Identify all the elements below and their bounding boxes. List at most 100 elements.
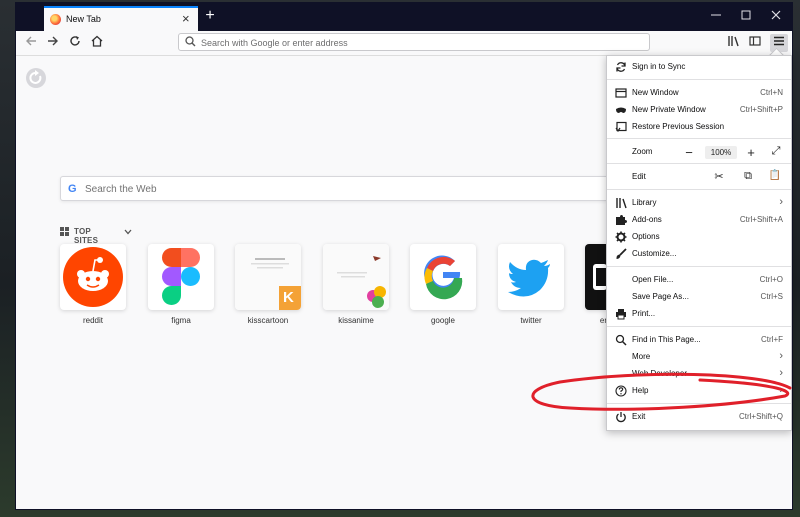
- puzzle-piece-icon: [616, 215, 627, 225]
- partial-site-icon: [593, 264, 607, 290]
- address-bar-placeholder: Search with Google or enter address: [201, 38, 348, 48]
- menu-item-edit: Edit ✂ ⧉ 📋: [607, 169, 791, 186]
- menu-item-print[interactable]: Print...: [607, 306, 791, 323]
- menu-shortcut: Ctrl+O: [759, 275, 783, 284]
- submenu-chevron-icon: ›: [779, 350, 783, 362]
- menu-label: Options: [632, 232, 660, 241]
- menu-separator: [607, 79, 791, 80]
- title-bar: New Tab × +: [16, 3, 792, 31]
- zoom-in-button[interactable]: +: [744, 145, 758, 160]
- fullscreen-button[interactable]: ⤢: [769, 145, 783, 158]
- library-icon: [616, 198, 627, 209]
- top-site-tile-figma[interactable]: [148, 244, 214, 310]
- tab-close-icon[interactable]: ×: [182, 11, 190, 26]
- menu-separator: [607, 189, 791, 190]
- navigation-toolbar: Search with Google or enter address: [16, 31, 792, 56]
- menu-shortcut: Ctrl+N: [760, 88, 783, 97]
- submenu-chevron-icon: ›: [779, 196, 783, 208]
- tile-label-kisscartoon: kisscartoon: [247, 316, 289, 325]
- menu-item-library[interactable]: Library ›: [607, 195, 791, 212]
- menu-label: Save Page As...: [632, 292, 689, 301]
- zoom-reset-button[interactable]: 100%: [705, 146, 737, 159]
- paste-button[interactable]: 📋: [768, 170, 782, 181]
- minimize-icon: [711, 14, 721, 16]
- web-search-box[interactable]: G Search the Web: [60, 176, 620, 201]
- home-button[interactable]: [88, 34, 106, 52]
- top-site-tile-twitter[interactable]: [498, 244, 564, 310]
- top-site-tile-google[interactable]: [410, 244, 476, 310]
- sync-icon: [616, 62, 626, 72]
- menu-label: Exit: [632, 412, 646, 421]
- menu-label: Customize...: [632, 249, 677, 258]
- tile-label-reddit: reddit: [82, 316, 103, 325]
- gear-icon: [615, 231, 627, 243]
- google-logo-icon: G: [68, 183, 77, 195]
- menu-item-more[interactable]: More ›: [607, 349, 791, 366]
- private-mask-icon: [616, 107, 626, 113]
- menu-item-customize[interactable]: Customize...: [607, 246, 791, 263]
- menu-separator: [607, 326, 791, 327]
- menu-item-open-file[interactable]: Open File... Ctrl+O: [607, 272, 791, 289]
- kissanime-preview-icon: [323, 244, 389, 310]
- search-icon: [615, 334, 627, 346]
- top-site-tile-partial[interactable]: [585, 244, 607, 310]
- tile-label-partial: er: [599, 316, 607, 325]
- paintbrush-icon: [616, 248, 627, 259]
- tile-label-figma: figma: [171, 316, 191, 325]
- menu-shortcut: Ctrl+Shift+P: [739, 105, 783, 114]
- top-site-tile-reddit[interactable]: [60, 244, 126, 310]
- submenu-chevron-icon: ›: [779, 367, 783, 379]
- top-site-tile-kisscartoon[interactable]: K: [235, 244, 301, 310]
- reload-button[interactable]: [66, 34, 84, 52]
- menu-item-save-page[interactable]: Save Page As... Ctrl+S: [607, 289, 791, 306]
- top-sites-label: TOP SITES: [74, 227, 99, 245]
- menu-separator: [607, 138, 791, 139]
- menu-item-help[interactable]: Help ›: [607, 383, 791, 400]
- maximize-icon: [741, 10, 751, 20]
- tab-new-tab[interactable]: New Tab ×: [44, 6, 198, 31]
- home-icon: [91, 35, 103, 47]
- library-icon: [728, 36, 739, 47]
- menu-item-options[interactable]: Options: [607, 229, 791, 246]
- library-button[interactable]: [724, 34, 742, 52]
- menu-separator: [607, 266, 791, 267]
- top-site-tile-kissanime[interactable]: [323, 244, 389, 310]
- menu-label: Add-ons: [632, 215, 662, 224]
- menu-label: Open File...: [632, 275, 674, 284]
- forward-button[interactable]: [44, 34, 62, 52]
- copy-button[interactable]: ⧉: [741, 170, 755, 183]
- menu-item-new-window[interactable]: New Window Ctrl+N: [607, 85, 791, 102]
- menu-label: Sign in to Sync: [632, 62, 686, 71]
- search-icon: [185, 36, 196, 47]
- menu-item-exit[interactable]: Exit Ctrl+Shift+Q: [607, 409, 791, 426]
- tile-label-twitter: twitter: [520, 316, 542, 325]
- new-tab-button[interactable]: +: [200, 6, 220, 26]
- menu-separator: [607, 403, 791, 404]
- sidebar-button[interactable]: [746, 34, 764, 52]
- menu-item-new-private-window[interactable]: New Private Window Ctrl+Shift+P: [607, 102, 791, 119]
- menu-item-web-developer[interactable]: Web Developer ›: [607, 366, 791, 383]
- hamburger-icon: [774, 36, 784, 46]
- menu-label: Edit: [632, 172, 646, 181]
- menu-item-add-ons[interactable]: Add-ons Ctrl+Shift+A: [607, 212, 791, 229]
- menu-label: More: [632, 352, 651, 361]
- cut-button[interactable]: ✂: [712, 170, 726, 183]
- menu-item-restore-session[interactable]: Restore Previous Session: [607, 119, 791, 136]
- back-button[interactable]: [22, 34, 40, 52]
- twitter-bird-icon: [508, 259, 550, 297]
- menu-item-find[interactable]: Find in This Page... Ctrl+F: [607, 332, 791, 349]
- minimize-button[interactable]: [706, 8, 726, 24]
- close-window-button[interactable]: [766, 8, 786, 24]
- menu-label: Library: [632, 198, 657, 207]
- menu-item-sign-in[interactable]: Sign in to Sync: [607, 59, 791, 76]
- zoom-out-button[interactable]: −: [682, 145, 696, 160]
- submenu-chevron-icon: ›: [779, 384, 783, 396]
- menu-separator: [607, 163, 791, 164]
- tile-label-google: google: [430, 316, 456, 325]
- menu-shortcut: Ctrl+F: [761, 335, 783, 344]
- menu-label: Restore Previous Session: [632, 122, 725, 131]
- sidebar-icon: [749, 36, 761, 46]
- firefox-account-icon[interactable]: [26, 68, 46, 88]
- maximize-button[interactable]: [736, 8, 756, 24]
- address-bar[interactable]: Search with Google or enter address: [178, 33, 650, 51]
